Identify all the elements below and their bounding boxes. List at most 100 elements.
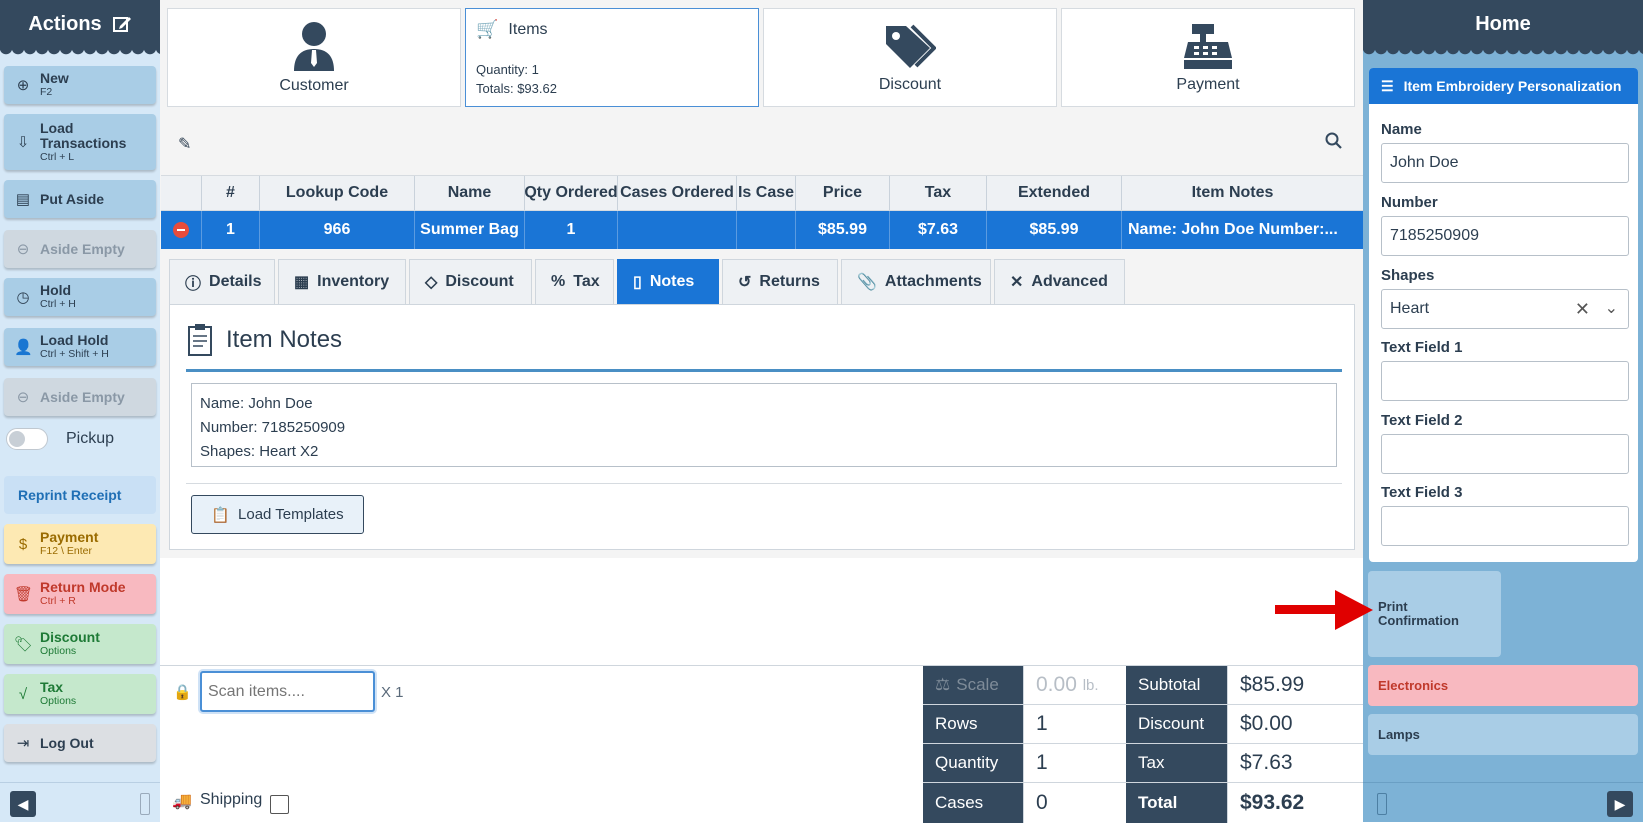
notes-divider <box>186 369 1342 372</box>
column-header[interactable]: Is Case <box>737 176 796 210</box>
new-button[interactable]: ⊕ New F2 <box>4 66 156 104</box>
form-header: ☰ Item Embroidery Personalization <box>1369 68 1638 104</box>
lamps-category-button[interactable]: Lamps <box>1368 714 1638 755</box>
minus-circle-icon: ⊖ <box>16 241 30 258</box>
column-header[interactable]: Qty Ordered <box>525 176 618 210</box>
tab-notes[interactable]: ▯ Notes <box>617 259 719 304</box>
bottom-bar: 🔒 X 1 🚚 Shipping ⚖Scale 0.00 lb. Subtota… <box>160 665 1363 823</box>
pickup-label: Pickup <box>66 430 115 447</box>
list-icon: ☰ <box>1381 77 1394 94</box>
notes-textarea[interactable]: Name: John Doe Number: 7185250909 Shapes… <box>191 383 1337 467</box>
row-extended: $85.99 <box>987 211 1122 249</box>
text-field-3-label: Text Field 3 <box>1381 484 1463 501</box>
discount-options-button[interactable]: 🏷 Discount Options <box>4 624 156 664</box>
reprint-receipt-button[interactable]: Reprint Receipt <box>4 476 156 514</box>
quantity-value: 1 <box>1023 744 1126 782</box>
tab-details[interactable]: ⓘ Details <box>169 259 275 304</box>
column-header[interactable]: Lookup Code <box>260 176 415 210</box>
number-field[interactable]: 7185250909 <box>1381 216 1629 256</box>
plus-circle-icon: ⊕ <box>16 77 30 94</box>
tab-attachments[interactable]: 📎 Attachments <box>841 259 991 304</box>
search-grid-button[interactable] <box>1325 132 1343 153</box>
text-field-1[interactable] <box>1381 361 1629 401</box>
resize-handle[interactable] <box>1377 793 1387 815</box>
tags-icon <box>886 24 936 68</box>
edit-grid-button[interactable]: ✎ <box>178 134 191 154</box>
items-label: Items <box>508 20 548 38</box>
red-arrow-annotation <box>1275 590 1373 630</box>
truck-icon: 🚚 <box>172 793 192 810</box>
scan-multiplier: X 1 <box>381 684 404 701</box>
items-grid-header: # Lookup Code Name Qty Ordered Cases Ord… <box>161 175 1363 211</box>
minus-circle-icon: ⊖ <box>16 389 30 406</box>
collapse-right-button[interactable]: ▶ <box>1607 791 1633 817</box>
payment-card[interactable]: Payment <box>1061 8 1355 107</box>
column-header[interactable]: Tax <box>890 176 987 210</box>
column-header[interactable]: Item Notes <box>1122 176 1343 210</box>
subtotal-label: Subtotal <box>1126 666 1227 704</box>
text-field-2[interactable] <box>1381 434 1629 474</box>
table-row[interactable]: 1 966 Summer Bag 1 $85.99 $7.63 $85.99 N… <box>161 211 1363 249</box>
customer-card[interactable]: Customer <box>167 8 461 107</box>
notes-panel: Item Notes Name: John Doe Number: 718525… <box>169 304 1355 550</box>
items-totals: $93.62 <box>517 81 557 96</box>
clock-icon: ◷ <box>16 289 30 306</box>
tab-returns[interactable]: ↺ Returns <box>722 259 838 304</box>
tax-total-value: $7.63 <box>1227 744 1363 782</box>
discount-total-label: Discount <box>1126 705 1227 743</box>
tab-discount[interactable]: ◇ Discount <box>409 259 532 304</box>
pickup-toggle[interactable] <box>6 428 48 450</box>
embroidery-form: ☰ Item Embroidery Personalization Name J… <box>1369 68 1638 562</box>
items-quantity: 1 <box>531 62 539 77</box>
dollar-icon: $ <box>18 535 28 553</box>
shapes-label: Shapes <box>1381 267 1435 284</box>
edit-icon[interactable] <box>112 14 132 34</box>
items-card[interactable]: 🛒 Items Quantity: 1 Totals: $93.62 <box>465 8 759 107</box>
remove-row-icon[interactable] <box>173 222 189 238</box>
text-field-3[interactable] <box>1381 506 1629 546</box>
print-confirmation-button[interactable]: Print Confirmation <box>1368 571 1501 657</box>
scan-items-input[interactable] <box>200 671 375 712</box>
name-field[interactable]: John Doe <box>1381 143 1629 183</box>
home-panel: Home ☰ Item Embroidery Personalization N… <box>1363 0 1643 822</box>
boxes-icon: ▦ <box>294 274 310 291</box>
tag-icon: 🏷 <box>14 636 34 653</box>
file-download-icon: ⇩ <box>16 134 30 151</box>
aside-empty-button[interactable]: ⊖ Aside Empty <box>4 230 156 268</box>
paperclip-icon: 📎 <box>857 274 877 291</box>
electronics-category-button[interactable]: Electronics <box>1368 665 1638 706</box>
column-header[interactable]: Extended <box>987 176 1122 210</box>
return-mode-button[interactable]: 🗑 Return Mode Ctrl + R <box>4 574 156 614</box>
load-hold-button[interactable]: 👤 Load Hold Ctrl + Shift + H <box>4 328 156 366</box>
load-transactions-button[interactable]: ⇩ Load Transactions Ctrl + L <box>4 114 156 170</box>
shipping-checkbox[interactable] <box>270 795 289 814</box>
clear-icon[interactable]: ✕ <box>1575 299 1590 320</box>
hold-button[interactable]: ◷ Hold Ctrl + H <box>4 278 156 316</box>
chevron-down-icon[interactable]: ⌄ <box>1605 298 1618 318</box>
column-header[interactable]: Price <box>796 176 890 210</box>
aside-empty-button-2[interactable]: ⊖ Aside Empty <box>4 378 156 416</box>
tab-inventory[interactable]: ▦ Inventory <box>278 259 406 304</box>
discount-card[interactable]: Discount <box>763 8 1057 107</box>
tab-tax[interactable]: % Tax <box>535 259 614 304</box>
column-header[interactable]: Name <box>415 176 525 210</box>
notes-title: Item Notes <box>226 326 343 353</box>
log-out-button[interactable]: ⇥ Log Out <box>4 724 156 762</box>
payment-button[interactable]: $ Payment F12 \ Enter <box>4 524 156 564</box>
resize-handle[interactable] <box>140 793 150 815</box>
text-field-2-label: Text Field 2 <box>1381 412 1463 429</box>
put-aside-button[interactable]: ▤ Put Aside <box>4 180 156 218</box>
shapes-select[interactable]: Heart ✕ ⌄ <box>1381 289 1629 329</box>
total-label: Total <box>1126 783 1227 823</box>
load-templates-button[interactable]: 📋 Load Templates <box>191 495 364 534</box>
tag-icon: ◇ <box>425 274 438 291</box>
row-qty-ordered: 1 <box>525 211 618 249</box>
column-header[interactable]: Cases Ordered <box>618 176 737 210</box>
file-icon: ▤ <box>15 191 31 208</box>
tab-advanced[interactable]: ✕ Advanced <box>994 259 1125 304</box>
collapse-left-button[interactable]: ◀ <box>10 791 36 817</box>
tax-options-button[interactable]: √ Tax Options <box>4 674 156 714</box>
column-header[interactable]: # <box>202 176 260 210</box>
discount-label: Discount <box>878 75 942 93</box>
quantity-label: Quantity <box>923 744 1023 782</box>
